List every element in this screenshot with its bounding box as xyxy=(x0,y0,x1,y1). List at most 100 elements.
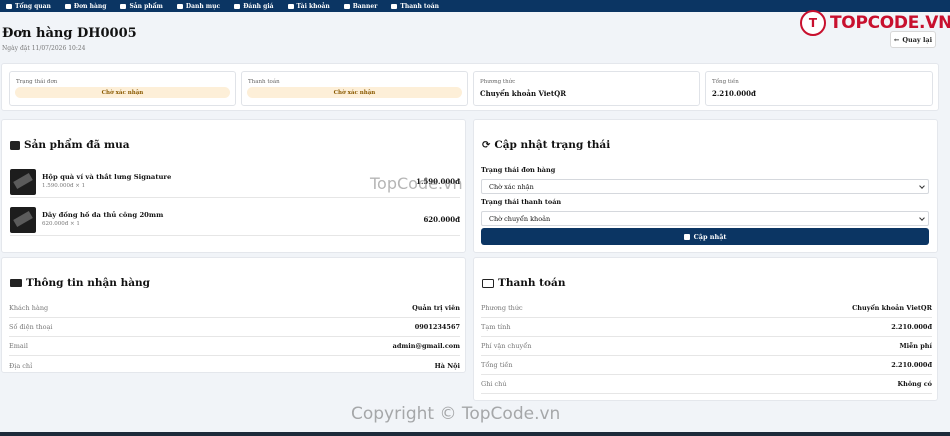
nav-item-banner[interactable]: Banner xyxy=(343,2,378,10)
nav-item-orders[interactable]: Đơn hàng xyxy=(64,2,107,10)
card-value: 2.210.000đ xyxy=(712,89,756,98)
payment-row: Phí vận chuyển Miễn phí xyxy=(481,337,932,356)
info-row: Số điện thoại 0901234567 xyxy=(9,318,460,337)
info-value: admin@gmail.com xyxy=(392,342,460,350)
refresh-icon: ⟳ xyxy=(482,139,491,151)
payment-key: Phương thức xyxy=(481,304,523,312)
nav-item-payments[interactable]: Thanh toán xyxy=(391,3,439,10)
chevron-down-icon xyxy=(919,183,925,189)
nav-label: Thanh toán xyxy=(400,2,439,10)
product-thumbnail xyxy=(10,169,36,195)
nav-label: Danh mục xyxy=(185,2,221,10)
payment-key: Tạm tính xyxy=(481,323,511,331)
products-panel: Sản phẩm đã mua Hộp quà ví và thắt lưng … xyxy=(1,119,466,253)
product-row: Hộp quà ví và thắt lưng Signature 1.590.… xyxy=(10,168,460,198)
order-status-card: Trạng thái đơn Chờ xác nhận xyxy=(9,71,236,106)
save-icon xyxy=(683,233,690,240)
page-title: Đơn hàng DH0005 xyxy=(2,26,137,41)
card-label: Phương thức xyxy=(480,79,516,85)
payment-status-value: Chờ chuyển khoản xyxy=(489,214,551,223)
cart-icon xyxy=(64,3,71,9)
product-price: 620.000đ xyxy=(423,215,460,224)
shipping-panel: Thông tin nhận hàng Khách hàng Quản trị … xyxy=(1,257,466,373)
logo-text: TOPCODE.VN xyxy=(830,13,950,33)
update-button[interactable]: Cập nhật xyxy=(481,228,929,245)
info-row: Khách hàng Quản trị viên xyxy=(9,299,460,318)
back-button[interactable]: ← Quay lại xyxy=(890,31,936,48)
payment-value: Không có xyxy=(897,380,932,388)
card-label: Thanh toán xyxy=(248,79,280,85)
order-status-select[interactable]: Chờ xác nhận xyxy=(481,179,929,194)
product-name: Hộp quà ví và thắt lưng Signature xyxy=(42,173,172,181)
product-thumbnail xyxy=(10,207,36,233)
update-title-text: Cập nhật trạng thái xyxy=(494,139,611,151)
product-row: Dây đồng hồ da thủ công 20mm 620.000đ × … xyxy=(10,206,460,236)
payment-method-card: Phương thức Chuyển khoản VietQR xyxy=(473,71,700,106)
order-status-value: Chờ xác nhận xyxy=(489,182,534,191)
update-button-label: Cập nhật xyxy=(693,232,727,241)
payment-row: Tổng tiền 2.210.000đ xyxy=(481,356,932,375)
info-row: Email admin@gmail.com xyxy=(9,337,460,356)
info-value: Hà Nội xyxy=(434,361,460,370)
watermark-bottom: Copyright © TopCode.vn xyxy=(351,404,561,424)
nav-item-categories[interactable]: Danh mục xyxy=(176,2,221,10)
payment-value: Miễn phí xyxy=(899,342,932,350)
info-key: Địa chỉ xyxy=(9,361,33,370)
payment-panel: Thanh toán Phương thức Chuyển khoản Viet… xyxy=(473,257,938,401)
update-title: ⟳ Cập nhật trạng thái xyxy=(482,139,610,151)
info-value: Quản trị viên xyxy=(412,304,460,312)
payment-value: Chuyển khoản VietQR xyxy=(852,304,932,312)
truck-icon xyxy=(10,279,22,287)
nav-item-products[interactable]: Sản phẩm xyxy=(120,2,163,10)
payment-row: Tạm tính 2.210.000đ xyxy=(481,318,932,337)
nav-label: Đánh giá xyxy=(243,2,274,10)
card-label: Tổng tiền xyxy=(712,79,739,85)
shopping-bag-icon xyxy=(10,140,20,150)
products-title-text: Sản phẩm đã mua xyxy=(24,139,130,151)
tag-icon xyxy=(176,3,183,9)
payment-title-text: Thanh toán xyxy=(498,277,566,289)
payment-key: Ghi chú xyxy=(481,380,507,388)
nav-label: Banner xyxy=(352,2,378,10)
payment-row: Phương thức Chuyển khoản VietQR xyxy=(481,299,932,318)
product-meta: 1.590.000đ × 1 xyxy=(42,183,86,189)
nav-label: Sản phẩm xyxy=(129,2,163,10)
dashboard-icon xyxy=(6,3,12,9)
logo-mark: T xyxy=(800,10,826,36)
nav-label: Đơn hàng xyxy=(73,2,107,10)
info-key: Khách hàng xyxy=(9,304,49,312)
product-name: Dây đồng hồ da thủ công 20mm xyxy=(42,211,164,219)
shipping-title-text: Thông tin nhận hàng xyxy=(26,277,150,289)
bottom-bar xyxy=(0,432,950,436)
image-icon xyxy=(343,3,350,9)
nav-item-accounts[interactable]: Tài khoản xyxy=(287,3,330,10)
payment-status-select[interactable]: Chờ chuyển khoản xyxy=(481,211,929,226)
back-label: Quay lại xyxy=(902,35,933,44)
status-badge: Chờ xác nhận xyxy=(15,87,230,98)
box-icon xyxy=(120,3,127,9)
table-icon xyxy=(391,3,398,9)
payment-key: Tổng tiền xyxy=(481,361,513,369)
product-meta: 620.000đ × 1 xyxy=(42,221,80,227)
card-value: Chuyển khoản VietQR xyxy=(480,89,567,98)
payment-value: 2.210.000đ xyxy=(891,323,932,331)
update-status-panel: ⟳ Cập nhật trạng thái Trạng thái đơn hàn… xyxy=(473,119,938,253)
status-badge: Chờ xác nhận xyxy=(247,87,462,98)
payment-status-card: Thanh toán Chờ xác nhận xyxy=(241,71,468,106)
comment-icon xyxy=(234,3,241,9)
total-card: Tổng tiền 2.210.000đ xyxy=(705,71,933,106)
product-price: 1.590.000đ xyxy=(416,177,460,186)
order-status-label: Trạng thái đơn hàng xyxy=(481,166,556,174)
nav-item-dashboard[interactable]: Tổng quan xyxy=(6,3,51,10)
chevron-down-icon xyxy=(919,215,925,221)
nav-item-reviews[interactable]: Đánh giá xyxy=(234,2,274,10)
payment-row: Ghi chú Không có xyxy=(481,375,932,394)
payment-title: Thanh toán xyxy=(482,277,565,289)
card-label: Trạng thái đơn xyxy=(16,79,58,85)
info-value: 0901234567 xyxy=(414,323,460,331)
info-key: Email xyxy=(9,342,28,350)
nav-label: Tổng quan xyxy=(15,2,51,10)
payment-status-label: Trạng thái thanh toán xyxy=(481,198,562,206)
info-row: Địa chỉ Hà Nội xyxy=(9,356,460,375)
order-date: Ngày đặt 11/07/2026 10:24 xyxy=(2,45,86,52)
